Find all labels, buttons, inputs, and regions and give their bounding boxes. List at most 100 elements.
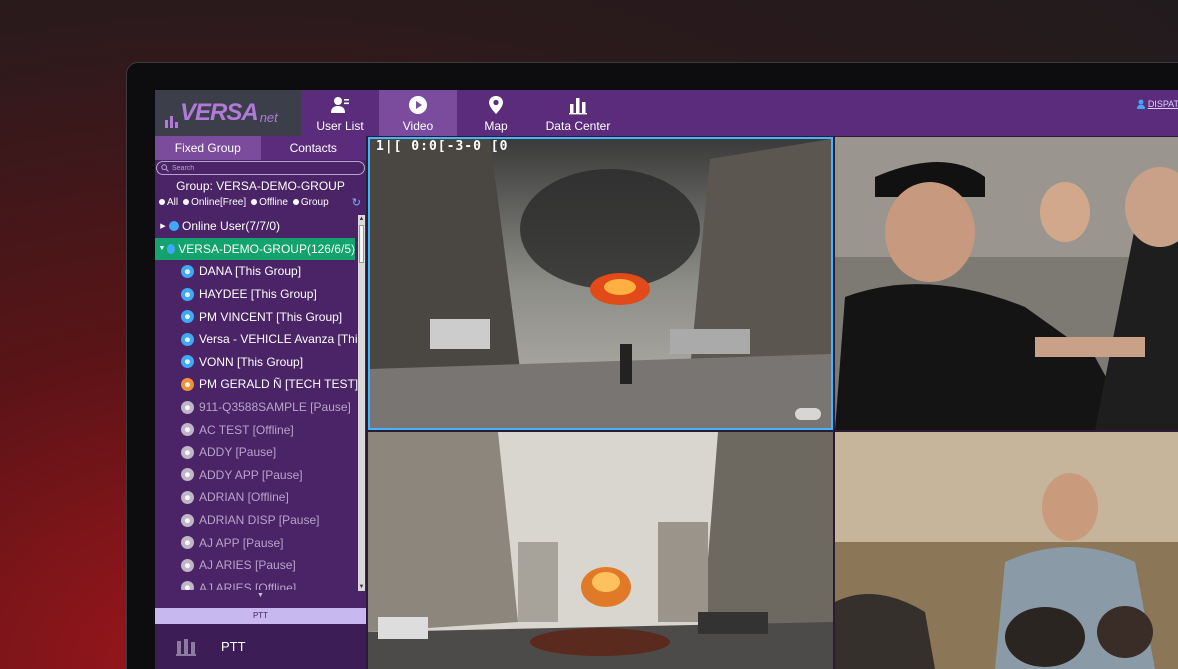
nav-tab-map[interactable]: Map [457,90,535,136]
logo: VERSA net [155,90,301,136]
radio-dot-icon [183,199,190,205]
tree-member[interactable]: ☻ VONN [This Group] [155,351,358,374]
logo-text: VERSA [180,99,259,126]
tree-member[interactable]: ☻ Versa - VEHICLE Avanza [Thi... [155,328,358,351]
user-avatar-icon: ☻ [181,445,194,459]
user-avatar-icon: ☻ [181,513,194,527]
tree-member-label: VONN [This Group] [199,354,304,369]
video-tile-3[interactable] [368,432,833,669]
filter-label: Offline [259,196,288,208]
user-avatar-icon: ☻ [181,490,194,504]
video-feed-officer-aid [835,432,1178,669]
logo-bars-icon [165,98,178,128]
search-input[interactable] [172,164,352,172]
tree-member-label: AC TEST [Offline] [199,422,294,437]
tree-member[interactable]: ☻ DANA [This Group] [155,260,358,283]
tree-member[interactable]: ☻ AJ ARIES [Pause] [155,554,358,577]
user-avatar-icon: ☻ [181,355,194,369]
tree-member-label: AJ APP [Pause] [199,535,284,550]
tab-fixed-group[interactable]: Fixed Group [155,136,261,160]
group-status-icon [169,221,179,232]
tree-member-label: ADDY APP [Pause] [199,467,303,482]
dispatcher-label: DISPATCHE [1147,99,1178,109]
tree-member[interactable]: ☻ ADDY APP [Pause] [155,464,358,487]
filter-group[interactable]: Group [292,196,329,208]
tree-member[interactable]: ☻ ADDY [Pause] [155,441,358,464]
scroll-up-icon[interactable]: ▲ [358,215,365,223]
filter-offline[interactable]: Offline [251,197,288,208]
user-avatar-icon: ☻ [181,287,194,301]
tree-member-label: HAYDEE [This Group] [199,287,317,302]
search-icon [161,164,169,172]
tree-member[interactable]: ☻ HAYDEE [This Group] [155,283,358,306]
filter-label: Online[Free] [191,196,247,208]
logo-sub: net [259,109,278,125]
top-nav-bar: VERSA net User List Video Map Data Cente… [155,90,1178,136]
tree-scrollbar[interactable]: ▲ ▼ [358,215,365,591]
radio-dot-icon [159,199,165,205]
user-avatar-icon: ☻ [181,558,194,572]
dispatcher-user-link[interactable]: DISPATCHE [1136,99,1178,109]
sidebar-tabs: Fixed Group Contacts [155,136,366,160]
user-avatar-icon: ☻ [181,264,194,278]
current-group-label: Group: VERSA-DEMO-GROUP [176,179,345,193]
nav-tab-video[interactable]: Video [379,90,457,136]
filter-label: Group [300,196,329,208]
ptt-button[interactable]: PTT [155,624,366,669]
left-panel: Fixed Group Contacts Group: VERSA-DEMO-G… [155,136,366,669]
tree-member[interactable]: ☻ AC TEST [Offline] [155,418,358,441]
video-feed-street-fire [370,139,831,428]
user-avatar-icon: ☻ [181,332,194,346]
filter-options: All Online[Free] Offline Group ↻ [155,194,366,210]
ptt-icon [176,638,196,656]
nav-tab-label: Data Center [545,119,611,133]
refresh-icon[interactable]: ↻ [352,196,361,209]
scroll-down-icon[interactable]: ▼ [358,583,365,591]
tree-member-label: AJ ARIES [Pause] [199,558,296,573]
user-avatar-icon: ☻ [181,423,194,437]
tree-member[interactable]: ☻ ADRIAN [Offline] [155,486,358,509]
tree-member-label: Versa - VEHICLE Avanza [Thi... [199,332,358,347]
video-feed-security-guard [835,137,1178,430]
video-badge-icon [795,408,821,420]
tree-member-label: ADDY [Pause] [199,445,277,460]
tree-member-label: ADRIAN DISP [Pause] [199,513,320,528]
ptt-label: PTT [221,639,246,654]
tree-group-online-users[interactable]: ▶ Online User(7/7/0) [155,215,358,238]
radio-dot-icon [292,199,299,205]
tree-group-label: VERSA-DEMO-GROUP(126/6/5) [178,241,355,256]
filter-label: All [167,196,179,208]
collapse-handle[interactable]: ▼ [155,592,366,608]
app-window: VERSA net User List Video Map Data Cente… [155,90,1178,669]
user-avatar-icon: ☻ [181,468,194,482]
tree-member[interactable]: ☻ 911-Q3588SAMPLE [Pause] [155,396,358,419]
tree-member[interactable]: ☻ PM GERALD Ñ [TECH TEST] [155,373,358,396]
video-tile-4[interactable] [835,432,1178,669]
scroll-thumb[interactable] [359,225,364,263]
play-icon [409,96,427,114]
nav-tab-label: User List [316,119,364,133]
member-list: ☻ DANA [This Group] ☻ HAYDEE [This Group] ☻ P… [155,260,358,590]
tree-group-versa-demo[interactable]: ▼ VERSA-DEMO-GROUP(126/6/5) [155,237,355,261]
filter-online[interactable]: Online[Free] [183,197,246,208]
filter-all[interactable]: All [159,197,178,208]
user-avatar-icon: ☻ [181,377,194,391]
search-box [156,161,365,175]
user-avatar-icon: ☻ [181,536,194,550]
nav-tab-label: Video [402,119,434,133]
tab-contacts[interactable]: Contacts [260,136,366,160]
nav-tab-data-center[interactable]: Data Center [535,90,621,136]
tree-member[interactable]: ☻ ADRIAN DISP [Pause] [155,509,358,532]
video-tile-1[interactable]: 1|[ 0:0[-3-0 [0 [368,137,833,430]
tree-member[interactable]: ☻ AJ ARIES [Offline] [155,577,358,590]
caret-right-icon: ▶ [160,223,166,231]
tree-member[interactable]: ☻ AJ APP [Pause] [155,531,358,554]
tree-member[interactable]: ☻ PM VINCENT [This Group] [155,305,358,328]
video-grid: 1|[ 0:0[-3-0 [0 [366,136,1178,669]
user-icon [1136,99,1145,109]
member-tree: ▶ Online User(7/7/0) ▼ VERSA-DEMO-GROUP(… [155,215,358,590]
bar-chart-icon [569,98,587,115]
ptt-bar: PTT [155,608,366,624]
video-tile-2[interactable] [835,137,1178,430]
nav-tab-user-list[interactable]: User List [301,90,379,136]
